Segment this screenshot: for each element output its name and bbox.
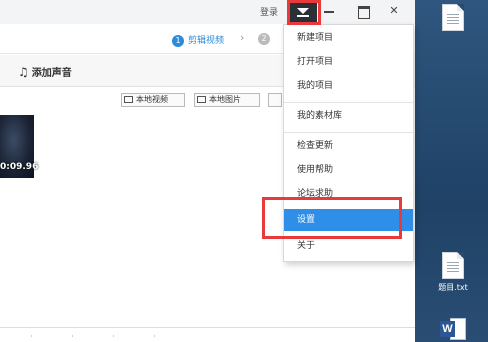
timeline-strip: · · · · — [0, 327, 415, 342]
desktop-file-txt[interactable]: 题目.txt — [433, 252, 473, 293]
word-doc-icon: W — [440, 318, 466, 340]
video-icon — [124, 96, 133, 103]
text-file-icon — [442, 252, 464, 279]
desktop-file-name: 题目.txt — [438, 283, 468, 292]
local-video-button[interactable]: 本地视频 — [121, 93, 185, 107]
menu-item-new-project[interactable]: 新建项目 — [284, 27, 413, 49]
music-note-icon: ♫ — [18, 65, 29, 79]
more-media-button[interactable] — [268, 93, 282, 107]
main-menu-dropdown: 新建项目 打开项目 我的项目 我的素材库 检查更新 使用帮助 论坛求助 设置 关… — [283, 24, 414, 262]
chevron-right-icon: › — [240, 31, 245, 44]
desktop-file-word[interactable]: W — [433, 318, 473, 340]
dropdown-arrow-icon — [297, 8, 309, 14]
login-link[interactable]: 登录 — [260, 5, 278, 18]
minimize-button[interactable] — [320, 3, 338, 19]
menu-item-check-update[interactable]: 检查更新 — [284, 135, 413, 157]
menu-item-open-project[interactable]: 打开项目 — [284, 51, 413, 73]
menu-item-about[interactable]: 关于 — [284, 235, 413, 257]
menu-item-help[interactable]: 使用帮助 — [284, 159, 413, 181]
step-edit-video[interactable]: 1 剪辑视频 — [172, 33, 224, 47]
maximize-button[interactable] — [354, 3, 372, 19]
local-image-button[interactable]: 本地图片 — [194, 93, 260, 107]
text-file-icon — [442, 4, 464, 31]
menu-divider — [284, 132, 413, 133]
desktop-file-top[interactable] — [433, 4, 473, 34]
menu-item-forum[interactable]: 论坛求助 — [284, 183, 413, 205]
close-button[interactable]: ✕ — [385, 3, 403, 19]
main-menu-button[interactable] — [289, 2, 317, 22]
menu-item-my-library[interactable]: 我的素材库 — [284, 105, 413, 127]
add-audio-button[interactable]: ♫ 添加声音 — [18, 64, 72, 79]
step-2[interactable]: 2 — [258, 33, 274, 45]
title-bar: 登录 ✕ — [0, 0, 415, 24]
video-duration: 0:09.96 — [0, 162, 39, 172]
menu-divider — [284, 102, 413, 103]
close-icon: ✕ — [389, 4, 399, 17]
step-label: 剪辑视频 — [188, 36, 225, 46]
menu-item-my-projects[interactable]: 我的项目 — [284, 75, 413, 97]
image-icon — [197, 96, 206, 103]
menu-item-settings[interactable]: 设置 — [284, 209, 413, 231]
